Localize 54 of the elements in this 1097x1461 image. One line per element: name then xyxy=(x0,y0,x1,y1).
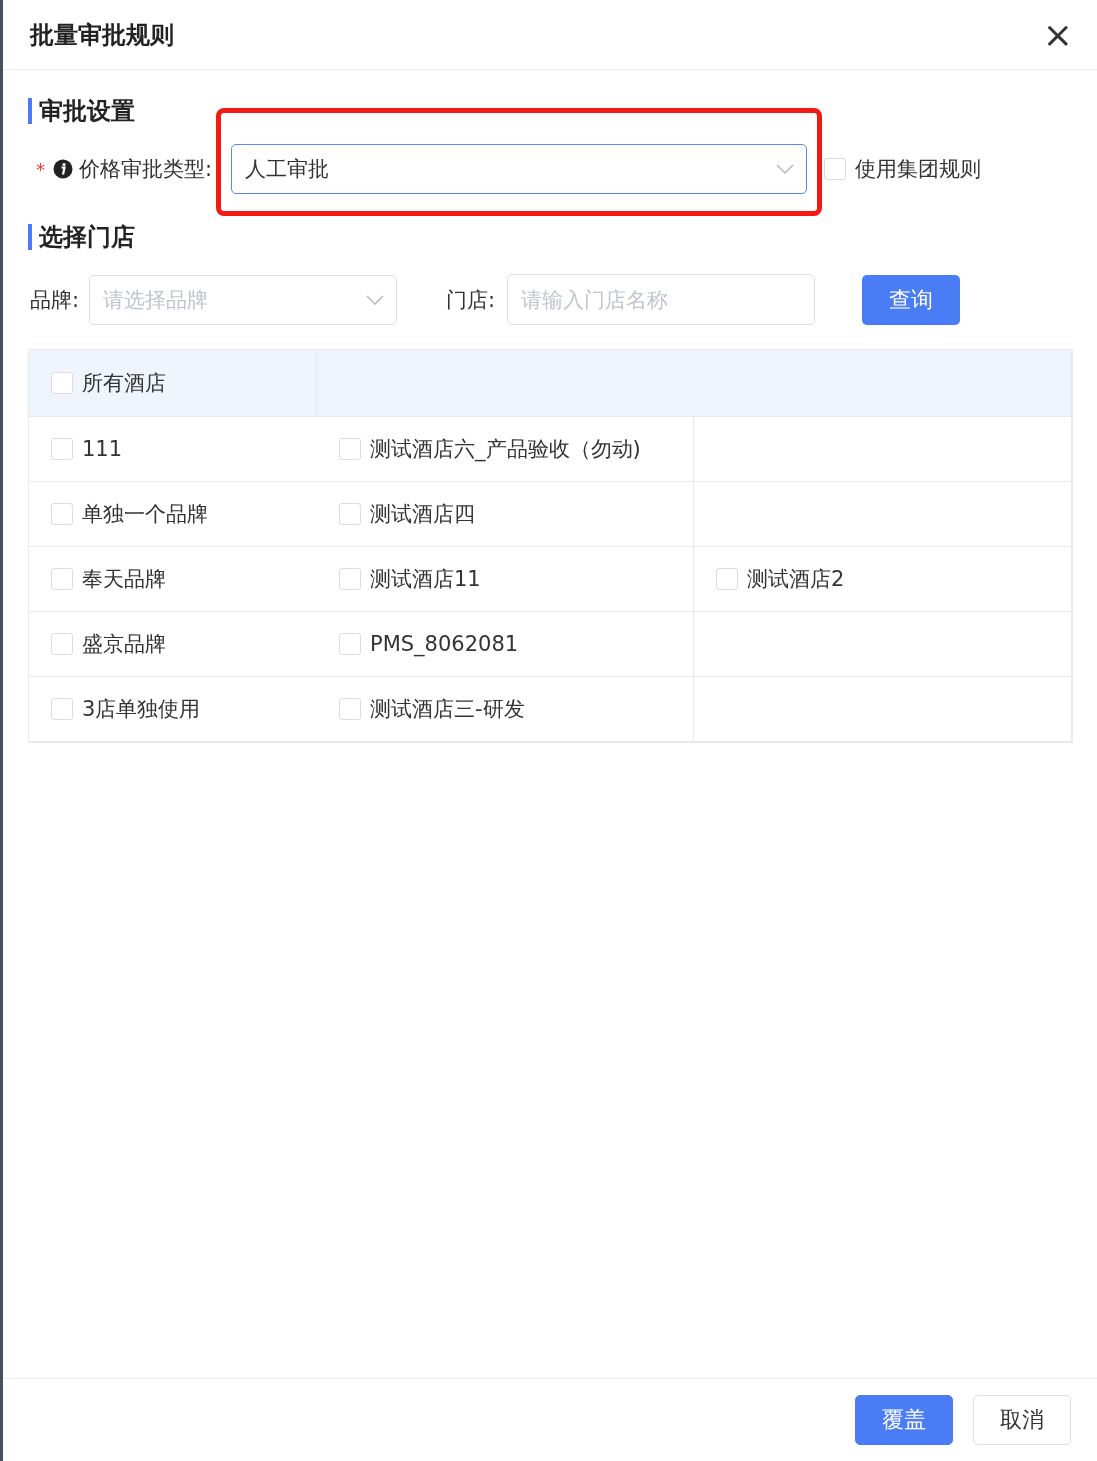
checkbox-label: 111 xyxy=(82,437,123,461)
section-title: 选择门店 xyxy=(28,224,135,250)
checkbox[interactable] xyxy=(51,698,73,720)
checkbox[interactable] xyxy=(339,438,361,460)
label-colon: : xyxy=(205,157,213,181)
brand-checkbox[interactable]: 111 xyxy=(51,437,123,461)
checkbox-label: 测试酒店三-研发 xyxy=(370,696,525,723)
store-checkbox[interactable]: 测试酒店四 xyxy=(339,500,475,528)
checkbox[interactable] xyxy=(339,698,361,720)
section-title: 审批设置 xyxy=(28,98,135,124)
checkbox[interactable] xyxy=(51,372,73,394)
checkbox[interactable] xyxy=(339,633,361,655)
checkbox-label: 盛京品牌 xyxy=(82,631,166,658)
checkbox-label: 所有酒店 xyxy=(82,370,166,397)
chevron-down-icon xyxy=(366,294,385,305)
dialog-title: 批量审批规则 xyxy=(30,19,174,51)
checkbox[interactable] xyxy=(339,503,361,525)
checkbox-label: PMS_8062081 xyxy=(370,632,519,656)
checkbox-label: 3店单独使用 xyxy=(82,696,201,723)
approval-type-select[interactable]: 人工审批 xyxy=(231,144,808,194)
info-icon xyxy=(53,159,73,179)
checkbox[interactable] xyxy=(51,568,73,590)
checkbox[interactable] xyxy=(716,568,738,590)
checkbox-label: 测试酒店四 xyxy=(370,501,475,528)
checkbox-label: 测试酒店2 xyxy=(747,566,845,593)
group-rule-checkbox[interactable]: 使用集团规则 xyxy=(824,155,982,183)
store-checkbox[interactable]: 测试酒店11 xyxy=(339,565,481,593)
store-checkbox[interactable]: PMS_8062081 xyxy=(339,632,519,656)
checkbox[interactable] xyxy=(339,568,361,590)
brand-checkbox[interactable]: 3店单独使用 xyxy=(51,695,201,723)
field-label: 价格审批类型 xyxy=(79,156,205,183)
checkbox-label: 单独一个品牌 xyxy=(82,501,208,528)
checkbox[interactable] xyxy=(51,633,73,655)
store-checkbox[interactable]: 测试酒店2 xyxy=(716,565,845,593)
chevron-down-icon xyxy=(776,164,795,174)
checkbox[interactable] xyxy=(51,438,73,460)
cancel-button[interactable]: 取消 xyxy=(973,1395,1071,1445)
close-button[interactable]: × xyxy=(1042,19,1073,50)
store-checkbox[interactable]: 测试酒店三-研发 xyxy=(339,695,525,723)
checkbox-label: 使用集团规则 xyxy=(855,156,982,183)
brand-checkbox[interactable]: 单独一个品牌 xyxy=(51,500,208,528)
query-button[interactable]: 查询 xyxy=(862,274,961,325)
store-name-input[interactable]: 请输入门店名称 xyxy=(507,274,816,325)
checkbox-label: 奉天品牌 xyxy=(82,566,166,593)
brand-checkbox[interactable]: 盛京品牌 xyxy=(51,630,166,658)
store-label: 门店: xyxy=(446,286,496,314)
brand-checkbox[interactable]: 奉天品牌 xyxy=(51,565,166,593)
required-mark: * xyxy=(36,158,45,180)
checkbox[interactable] xyxy=(51,503,73,525)
brand-label: 品牌: xyxy=(30,286,80,314)
checkbox-label: 测试酒店11 xyxy=(370,566,481,593)
all-hotels-checkbox[interactable]: 所有酒店 xyxy=(51,369,166,397)
checkbox[interactable] xyxy=(824,158,847,180)
overwrite-button[interactable]: 覆盖 xyxy=(855,1395,953,1445)
